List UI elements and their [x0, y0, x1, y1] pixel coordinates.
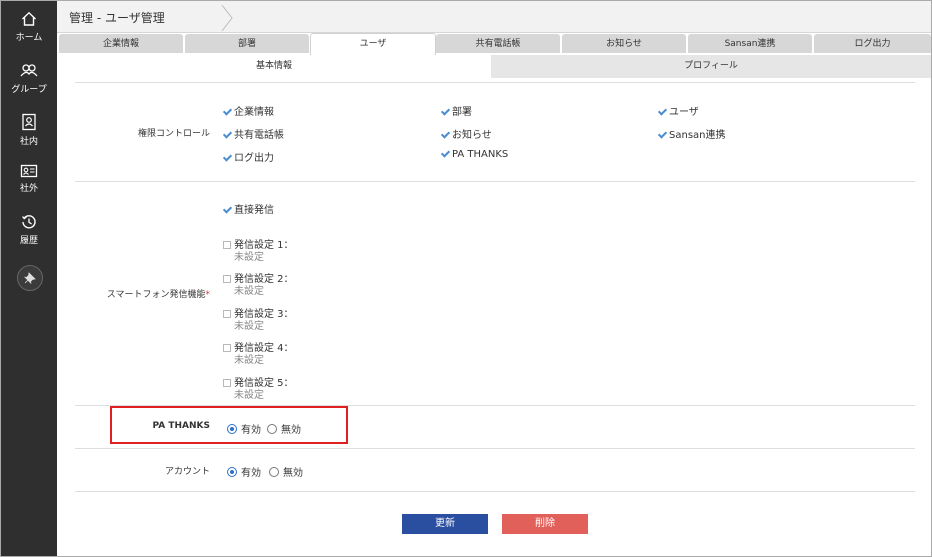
group-icon [20, 64, 38, 77]
checkbox-check-icon [223, 154, 231, 162]
sidebar-item-label: 履歴 [19, 236, 38, 246]
call-setting-3-value: 未設定 [234, 321, 264, 332]
checkbox-check-icon [658, 108, 666, 116]
app-window: ホーム グループ 社内 社外 履歴 管理 - ユーザ管理 企業情報 部署 ユーザ [0, 0, 932, 557]
account-disable-radio[interactable]: 無効 [269, 464, 303, 479]
divider [75, 448, 915, 449]
permission-department-checkbox[interactable]: 部署 [441, 103, 472, 118]
permission-pa-thanks-checkbox[interactable]: PA THANKS [441, 149, 508, 160]
tab-log-output[interactable]: ログ出力 [814, 34, 931, 53]
divider [75, 82, 915, 83]
pa-thanks-enable-radio[interactable]: 有効 [227, 421, 261, 436]
account-label: アカウント [164, 467, 210, 477]
checkbox-check-icon [223, 108, 231, 116]
call-setting-4-value: 未設定 [234, 355, 264, 366]
home-icon [22, 11, 36, 26]
tab-user[interactable]: ユーザ [310, 33, 436, 55]
permission-company-checkbox[interactable]: 企業情報 [223, 103, 274, 118]
checkbox-check-icon [223, 131, 231, 139]
checkbox-empty-icon [223, 379, 231, 387]
sidebar-item-label: 社外 [19, 184, 38, 194]
sub-tabs: 基本情報 プロフィール [57, 55, 931, 78]
sidebar-item-history[interactable]: 履歴 [1, 214, 57, 258]
direct-call-checkbox[interactable]: 直接発信 [223, 201, 274, 216]
subtab-basic-info[interactable]: 基本情報 [57, 55, 491, 78]
call-setting-2-value: 未設定 [234, 286, 264, 297]
tab-department[interactable]: 部署 [185, 34, 309, 53]
tab-notice[interactable]: お知らせ [562, 34, 686, 53]
breadcrumb-chevron-icon [221, 5, 233, 31]
required-mark: * [205, 290, 211, 300]
radio-selected-icon [227, 467, 237, 477]
page-header: 管理 - ユーザ管理 [57, 1, 931, 33]
smartphone-label: スマートフォン発信機能* [106, 290, 211, 300]
pin-button[interactable] [17, 265, 43, 291]
sidebar: ホーム グループ 社内 社外 履歴 [1, 1, 57, 556]
permission-notice-checkbox[interactable]: お知らせ [441, 126, 492, 141]
external-card-icon [20, 164, 38, 178]
tab-shared-phonebook[interactable]: 共有電話帳 [436, 34, 560, 53]
checkbox-check-icon [441, 150, 449, 158]
sidebar-item-external[interactable]: 社外 [1, 164, 57, 208]
account-enable-radio[interactable]: 有効 [227, 464, 261, 479]
call-setting-5-value: 未設定 [234, 390, 264, 401]
permission-phonebook-checkbox[interactable]: 共有電話帳 [223, 126, 284, 141]
sidebar-item-label: 社内 [19, 137, 38, 147]
sidebar-item-internal[interactable]: 社内 [1, 113, 57, 157]
divider [75, 491, 915, 492]
sidebar-item-group[interactable]: グループ [1, 63, 57, 107]
radio-empty-icon [267, 424, 277, 434]
permission-sansan-checkbox[interactable]: Sansan連携 [658, 126, 726, 141]
checkbox-empty-icon [223, 310, 231, 318]
checkbox-check-icon [223, 206, 231, 214]
radio-selected-icon [227, 424, 237, 434]
permission-label: 権限コントロール [137, 129, 210, 139]
divider [75, 181, 915, 182]
history-icon [22, 215, 36, 229]
pa-thanks-disable-radio[interactable]: 無効 [267, 421, 301, 436]
sidebar-item-label: ホーム [15, 33, 43, 43]
tab-company[interactable]: 企業情報 [59, 34, 183, 53]
delete-button[interactable]: 削除 [502, 514, 588, 534]
checkbox-check-icon [658, 131, 666, 139]
form-content: 権限コントロール 企業情報 部署 ユーザ 共有電話帳 お知らせ Sansan連携… [57, 79, 931, 556]
subtab-profile[interactable]: プロフィール [491, 55, 931, 78]
checkbox-empty-icon [223, 275, 231, 283]
pa-thanks-label: PA THANKS [152, 421, 211, 431]
page-title: 管理 - ユーザ管理 [69, 11, 165, 25]
permission-user-checkbox[interactable]: ユーザ [658, 103, 699, 118]
checkbox-empty-icon [223, 344, 231, 352]
checkbox-empty-icon [223, 241, 231, 249]
update-button[interactable]: 更新 [402, 514, 488, 534]
tab-sansan[interactable]: Sansan連携 [688, 34, 812, 53]
pin-icon [24, 272, 36, 284]
sidebar-item-home[interactable]: ホーム [1, 11, 57, 55]
call-setting-1-value: 未設定 [234, 252, 264, 263]
sidebar-item-label: グループ [11, 85, 47, 95]
checkbox-check-icon [441, 108, 449, 116]
internal-contact-icon [22, 113, 36, 131]
permission-log-checkbox[interactable]: ログ出力 [223, 149, 274, 164]
main-tabs: 企業情報 部署 ユーザ 共有電話帳 お知らせ Sansan連携 ログ出力 [57, 33, 931, 55]
checkbox-check-icon [441, 131, 449, 139]
radio-empty-icon [269, 467, 279, 477]
